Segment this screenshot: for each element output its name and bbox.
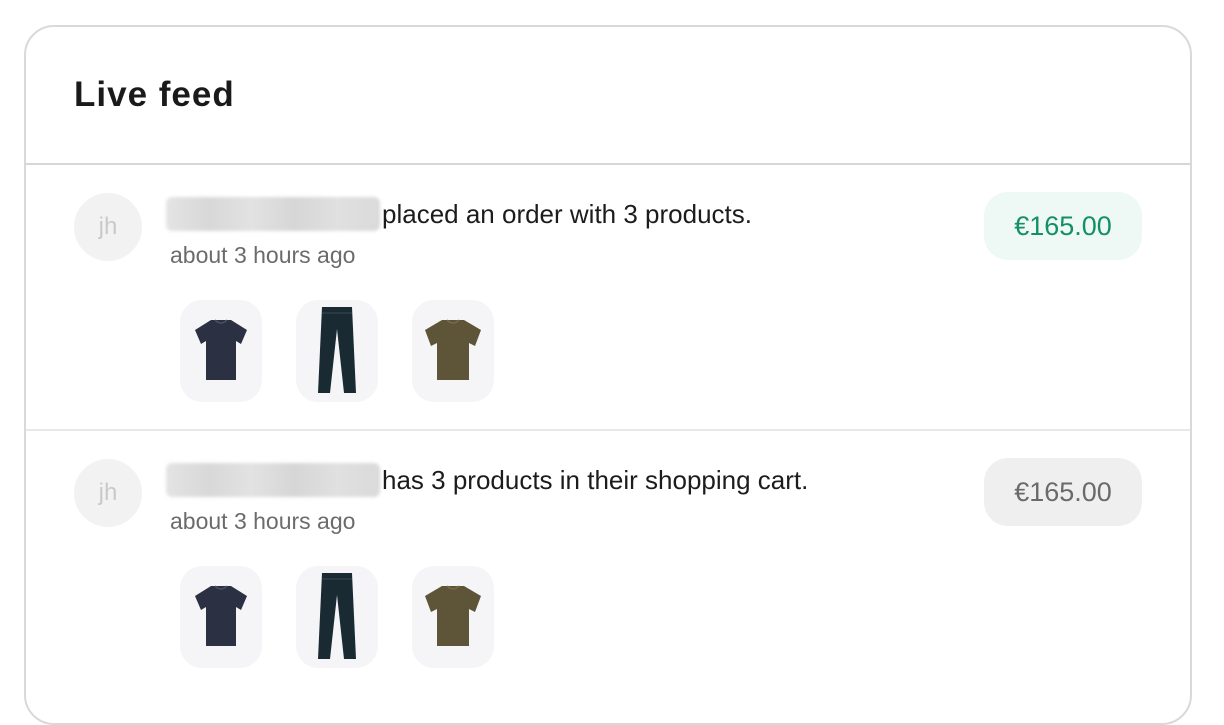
blurred-customer-name	[166, 197, 380, 231]
product-thumbnail[interactable]	[180, 566, 262, 668]
product-thumbnail[interactable]	[296, 566, 378, 668]
card-title: Live feed	[74, 75, 235, 114]
avatar: jh	[74, 459, 142, 527]
feed-item-timestamp: about 3 hours ago	[170, 508, 356, 534]
olive-tshirt-icon	[425, 319, 481, 380]
product-thumbnails	[180, 300, 494, 402]
navy-tshirt-icon	[195, 585, 247, 646]
product-thumbnails	[180, 566, 494, 668]
dark-trousers-icon	[318, 307, 356, 393]
feed-item[interactable]: jh has 3 products in their shopping cart…	[26, 431, 1190, 697]
live-feed-card: Live feed jh placed an order with 3 prod…	[24, 25, 1192, 725]
product-thumbnail[interactable]	[412, 300, 494, 402]
product-thumbnail[interactable]	[412, 566, 494, 668]
navy-tshirt-icon	[195, 319, 247, 380]
product-thumbnail[interactable]	[180, 300, 262, 402]
blurred-customer-name	[166, 463, 380, 497]
feed-item[interactable]: jh placed an order with 3 products. abou…	[26, 165, 1190, 431]
feed-item-timestamp: about 3 hours ago	[170, 242, 356, 268]
card-header: Live feed	[26, 27, 1190, 165]
cart-price-badge: €165.00	[984, 458, 1142, 526]
avatar: jh	[74, 193, 142, 261]
feed-item-action-text: placed an order with 3 products.	[382, 198, 752, 229]
product-thumbnail[interactable]	[296, 300, 378, 402]
feed-item-headline: placed an order with 3 products.	[166, 197, 752, 231]
olive-tshirt-icon	[425, 585, 481, 646]
order-price-badge: €165.00	[984, 192, 1142, 260]
dark-trousers-icon	[318, 573, 356, 659]
feed-item-action-text: has 3 products in their shopping cart.	[382, 464, 809, 495]
feed-item-headline: has 3 products in their shopping cart.	[166, 463, 808, 497]
